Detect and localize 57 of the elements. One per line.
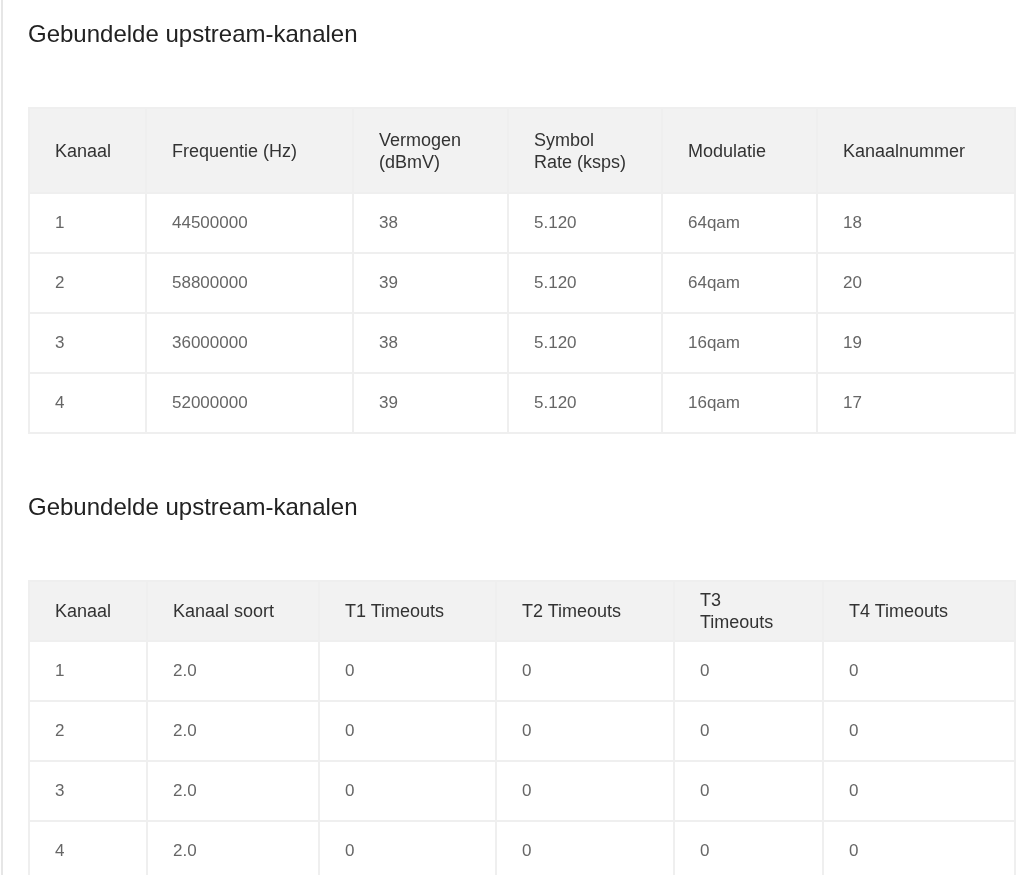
table-cell: 2.0 [147,641,319,701]
table-cell: 3 [29,313,146,373]
table-cell: 3 [29,761,147,821]
column-header: T1 Timeouts [319,581,496,641]
column-header: Kanaal [29,108,146,193]
table-cell: 0 [674,761,823,821]
table-cell: 0 [823,761,1015,821]
table-cell: 0 [319,761,496,821]
table-cell: 5.120 [508,313,662,373]
table-cell: 39 [353,373,508,433]
column-header: T4 Timeouts [823,581,1015,641]
table-cell: 19 [817,313,1015,373]
table-cell: 2 [29,253,146,313]
table-cell: 18 [817,193,1015,253]
table-cell: 0 [319,641,496,701]
table-cell: 0 [496,641,674,701]
table-cell: 0 [496,701,674,761]
table-cell: 16qam [662,313,817,373]
column-header: Frequentie (Hz) [146,108,353,193]
column-header: Kanaal [29,581,147,641]
column-header: Kanaalnummer [817,108,1015,193]
table-cell: 0 [823,641,1015,701]
table-cell: 0 [674,701,823,761]
table-cell: 36000000 [146,313,353,373]
table-cell: 39 [353,253,508,313]
table-cell: 5.120 [508,193,662,253]
table-cell: 1 [29,193,146,253]
section-title: Gebundelde upstream-kanalen [28,492,359,522]
column-header: Kanaal soort [147,581,319,641]
column-header: T2 Timeouts [496,581,674,641]
column-header: T3 Timeouts [674,581,823,641]
table-cell: 64qam [662,193,817,253]
table-cell: 0 [496,761,674,821]
table-cell: 52000000 [146,373,353,433]
table-cell: 44500000 [146,193,353,253]
table-cell: 58800000 [146,253,353,313]
table-cell: 2.0 [147,761,319,821]
section-title: Gebundelde upstream-kanalen [28,19,359,49]
table-cell: 20 [817,253,1015,313]
table-cell: 4 [29,821,147,875]
table-cell: 4 [29,373,146,433]
table-cell: 17 [817,373,1015,433]
table-cell: 2 [29,701,147,761]
table-cell: 0 [823,701,1015,761]
table-cell: 38 [353,313,508,373]
table-cell: 0 [674,641,823,701]
column-header: Vermogen (dBmV) [353,108,508,193]
table-cell: 2.0 [147,701,319,761]
table-cell: 64qam [662,253,817,313]
table-cell: 38 [353,193,508,253]
column-header: Modulatie [662,108,817,193]
table-cell: 5.120 [508,373,662,433]
column-header: Symbol Rate (ksps) [508,108,662,193]
table-cell: 1 [29,641,147,701]
table-cell: 5.120 [508,253,662,313]
table-cell: 16qam [662,373,817,433]
table-cell: 0 [319,701,496,761]
